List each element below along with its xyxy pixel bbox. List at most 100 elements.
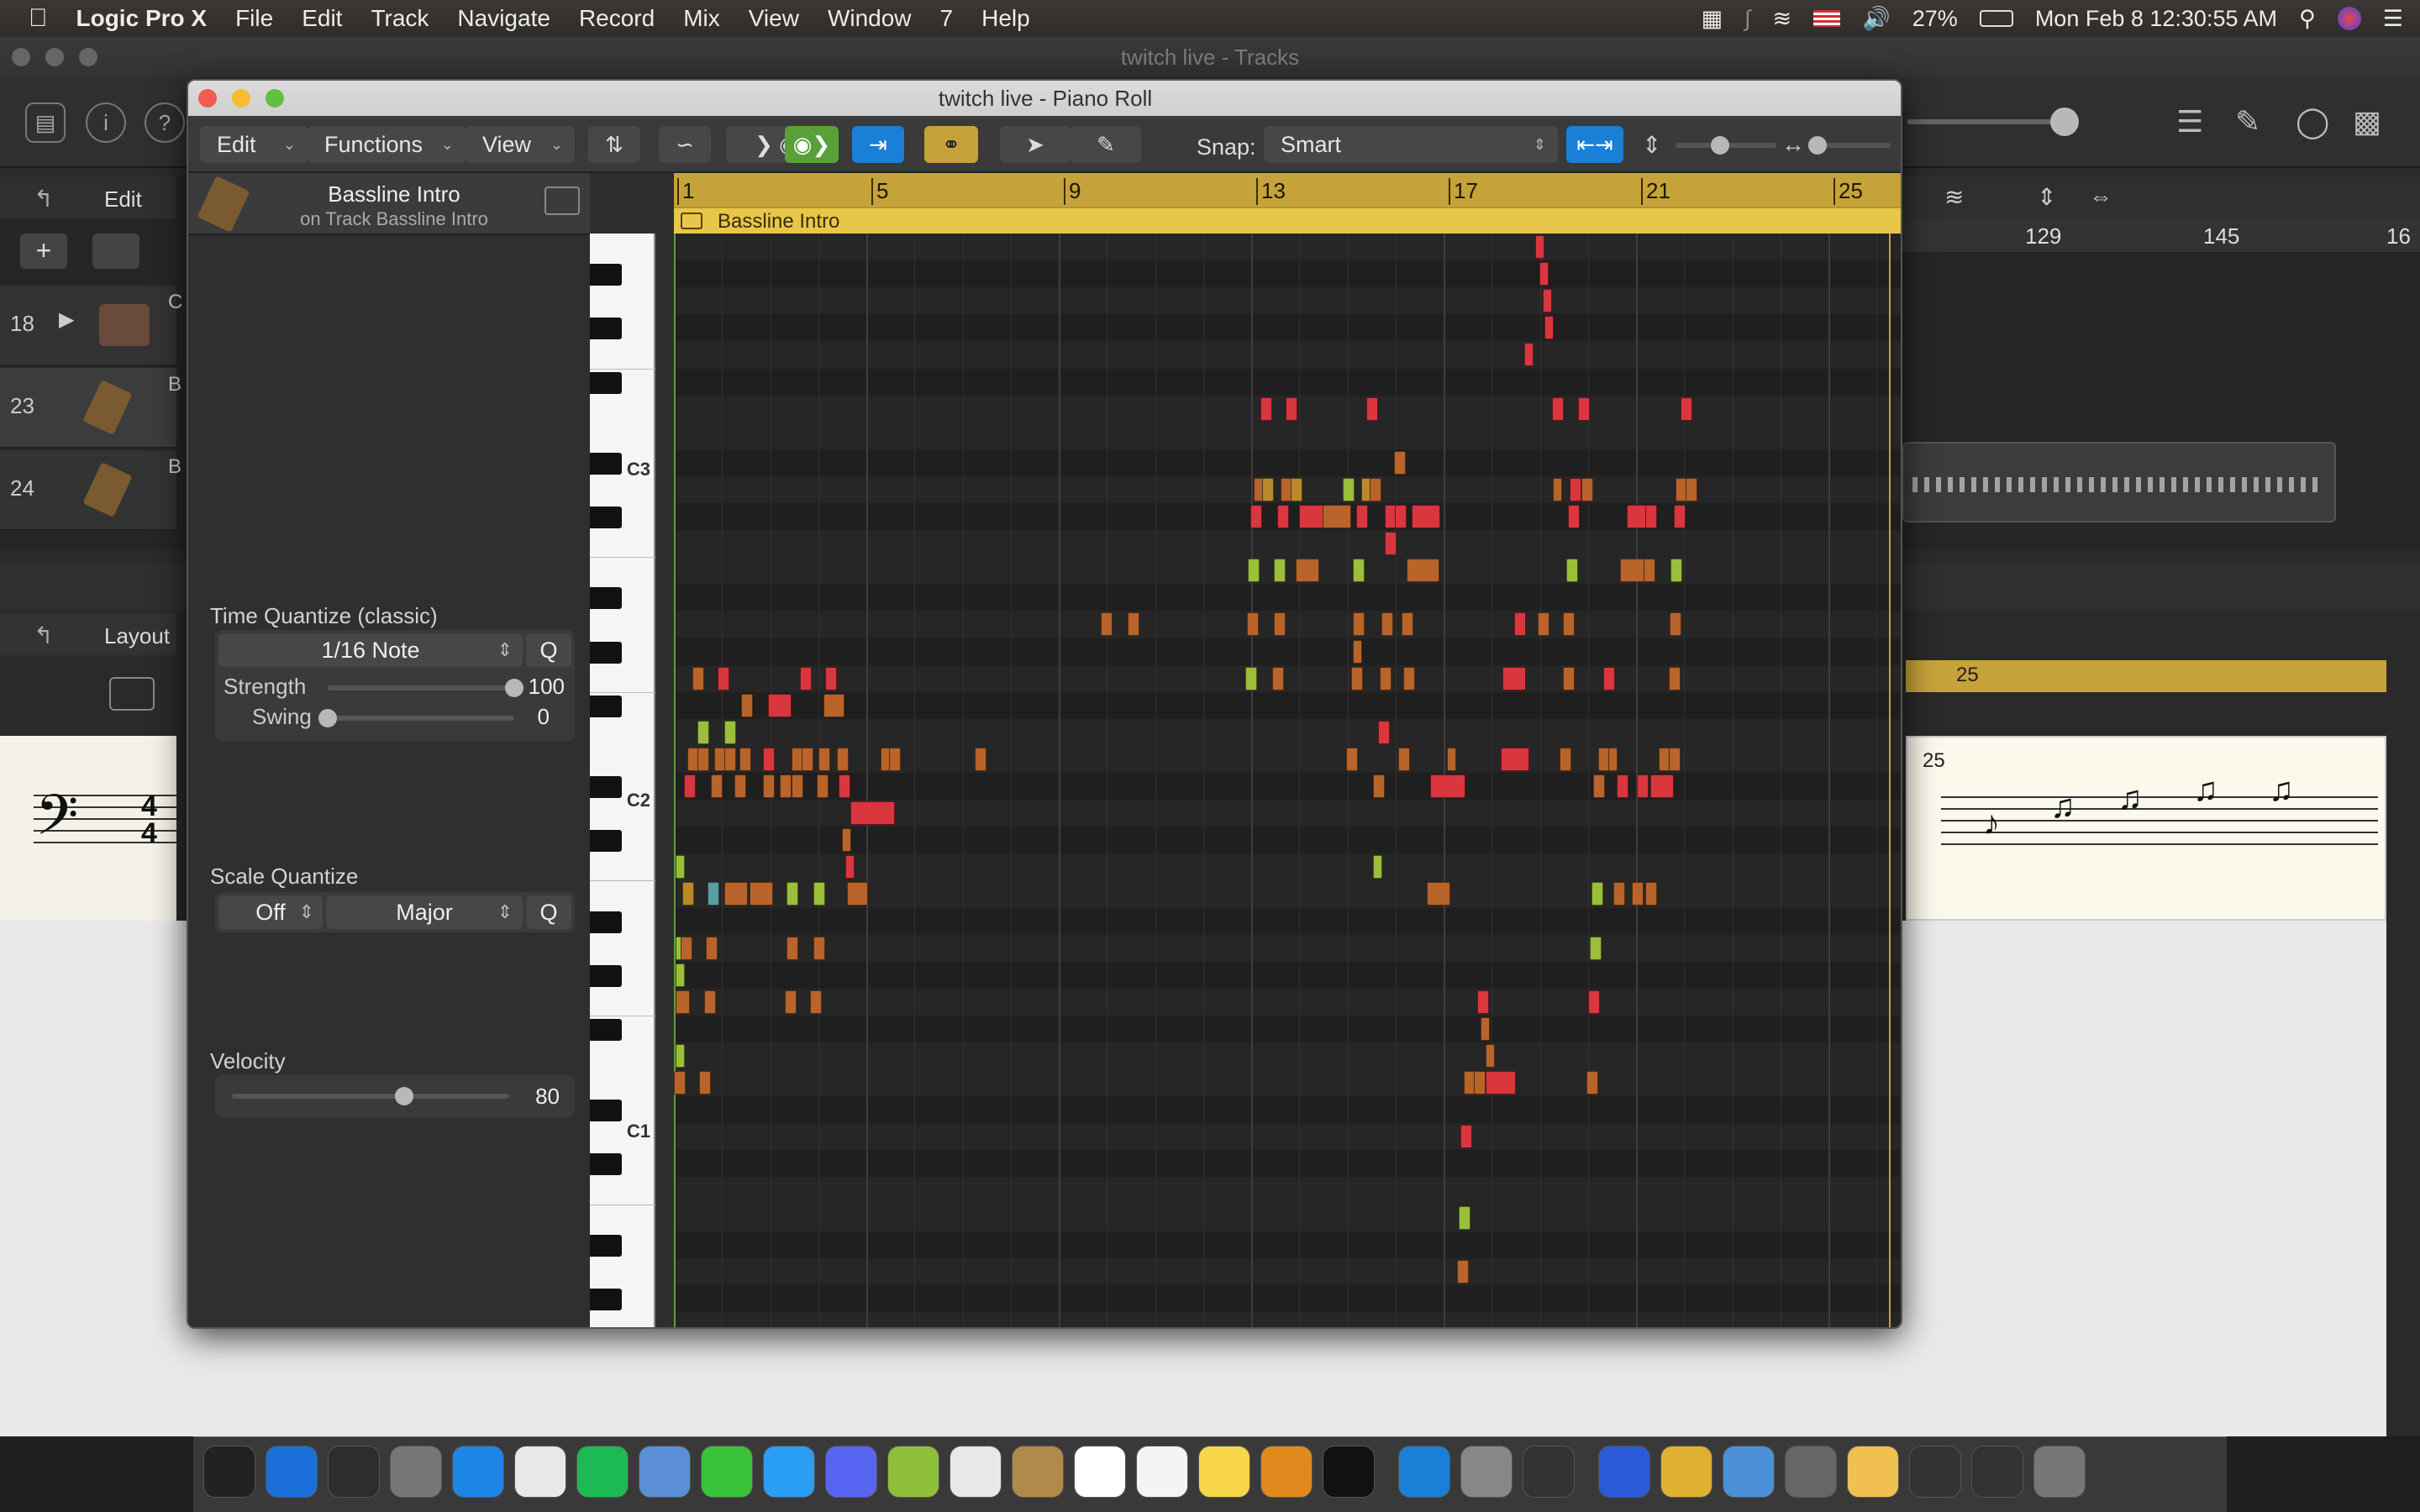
black-key[interactable] [590, 776, 622, 799]
zoom-button-inactive[interactable] [79, 48, 97, 66]
view-menu[interactable]: View ⌄ [466, 126, 575, 163]
scale-quantize-q-button[interactable]: Q [526, 895, 571, 929]
strength-knob[interactable] [505, 679, 523, 697]
scale-mode-select[interactable]: Major ⇕ [326, 895, 523, 929]
tracks-ruler[interactable]: 129 145 16 [1902, 218, 2420, 252]
midi-note[interactable] [1381, 612, 1393, 637]
midi-note[interactable] [763, 774, 775, 798]
midi-note[interactable] [1277, 505, 1289, 528]
midi-note[interactable] [1563, 612, 1575, 637]
notification-center-icon[interactable]: ☰ [2383, 6, 2403, 32]
midi-note[interactable] [1644, 559, 1655, 583]
midi-note[interactable] [845, 855, 855, 879]
black-key[interactable] [590, 587, 622, 610]
midi-note[interactable] [1669, 666, 1681, 690]
midi-note[interactable] [1538, 612, 1549, 637]
chrome-icon[interactable] [514, 1446, 566, 1498]
reminders-icon[interactable] [1136, 1446, 1188, 1498]
strength-slider[interactable] [328, 685, 514, 690]
menu-7[interactable]: 7 [940, 5, 954, 32]
midi-note[interactable] [692, 666, 704, 690]
midi-note[interactable] [818, 747, 830, 771]
black-key[interactable] [590, 1153, 622, 1176]
app-icon[interactable] [1847, 1446, 1899, 1498]
catch-playhead-icon[interactable]: ⇥ [852, 126, 904, 163]
midi-note[interactable] [1586, 1071, 1598, 1095]
midi-note[interactable] [1286, 396, 1297, 421]
swing-knob[interactable] [318, 709, 337, 727]
minimize-button-inactive[interactable] [45, 48, 64, 66]
menu-record[interactable]: Record [579, 5, 655, 32]
midi-note[interactable] [739, 747, 751, 771]
midi-note[interactable] [1524, 343, 1534, 367]
layout-menu[interactable]: Layout [104, 623, 170, 649]
midi-note[interactable] [1593, 774, 1605, 798]
midi-note[interactable] [1552, 396, 1564, 421]
safari-icon[interactable] [452, 1446, 504, 1498]
desktop-thumbnail[interactable] [203, 1446, 255, 1498]
midi-note[interactable] [1353, 559, 1365, 583]
midi-note[interactable] [1650, 774, 1674, 798]
midi-note[interactable] [1447, 747, 1457, 771]
time-quantize-select[interactable]: 1/16 Note ⇕ [218, 633, 523, 667]
add-track-button[interactable]: + [20, 234, 67, 269]
horizontal-zoom-knob[interactable] [1808, 136, 1827, 155]
note-grid[interactable] [674, 234, 1901, 1327]
menu-window[interactable]: Window [828, 5, 912, 32]
black-key[interactable] [590, 1288, 622, 1310]
trash-icon[interactable] [1971, 1446, 2023, 1498]
snap-select[interactable]: Smart ⇕ [1264, 126, 1558, 163]
midi-note[interactable] [1603, 666, 1615, 690]
list-editors-icon[interactable]: ☰ [2176, 104, 2203, 139]
midi-note[interactable] [1101, 612, 1113, 637]
terminal-window-icon[interactable] [1909, 1446, 1961, 1498]
functions-menu[interactable]: Functions ⌄ [308, 126, 466, 163]
midi-note[interactable] [1250, 505, 1262, 528]
track-row-18[interactable]: 18 ▶ C [0, 286, 182, 366]
midi-note[interactable] [1398, 747, 1410, 771]
black-key[interactable] [590, 1018, 622, 1041]
midi-note[interactable] [724, 720, 736, 744]
menu-edit[interactable]: Edit [302, 5, 342, 32]
midi-note[interactable] [1378, 720, 1390, 744]
midi-note[interactable] [1373, 774, 1385, 798]
menu-mix[interactable]: Mix [683, 5, 720, 32]
track-row-24[interactable]: 24 B [0, 450, 182, 531]
midi-note[interactable] [1581, 477, 1593, 501]
battery-icon[interactable] [1979, 10, 2013, 27]
system-preferences-icon[interactable] [1460, 1446, 1512, 1498]
midi-note[interactable] [1291, 477, 1302, 501]
tracks-edit-menu[interactable]: Edit [104, 186, 142, 213]
midi-note[interactable] [1459, 1205, 1470, 1230]
calendar-icon[interactable] [1074, 1446, 1126, 1498]
midi-note[interactable] [1370, 477, 1381, 501]
midi-note[interactable] [1477, 990, 1489, 1014]
midi-note[interactable] [1501, 747, 1529, 771]
midi-note[interactable] [975, 747, 986, 771]
facetime-icon[interactable] [701, 1446, 753, 1498]
midi-note[interactable] [1457, 1259, 1469, 1284]
midi-note[interactable] [1460, 1125, 1472, 1149]
midi-note[interactable] [1502, 666, 1526, 690]
black-key[interactable] [590, 911, 622, 933]
notes-icon[interactable] [1198, 1446, 1250, 1498]
score-inspector-toggle[interactable] [109, 677, 155, 711]
window-layout-icon[interactable]: ▦ [1702, 6, 1723, 32]
midi-note[interactable] [711, 774, 723, 798]
midi-note[interactable] [1674, 505, 1686, 528]
audio-region[interactable] [1902, 442, 2336, 522]
link-icon[interactable]: ⚭ [924, 126, 978, 163]
master-volume-knob[interactable] [2050, 108, 2079, 136]
midi-note[interactable] [825, 666, 837, 690]
midi-note[interactable] [682, 882, 694, 906]
midi-note[interactable] [1535, 235, 1545, 259]
midi-note[interactable] [1245, 666, 1257, 690]
midi-note[interactable] [674, 1071, 686, 1095]
vertical-fit-icon[interactable]: ⇕ [2037, 183, 2056, 211]
midi-note[interactable] [676, 963, 686, 987]
notepad-icon[interactable]: ✎ [2235, 104, 2260, 139]
midi-note[interactable] [1260, 396, 1272, 421]
midi-note[interactable] [1353, 612, 1365, 637]
waveform-zoom-icon[interactable]: ≋ [1944, 183, 1964, 211]
midi-note[interactable] [837, 747, 849, 771]
